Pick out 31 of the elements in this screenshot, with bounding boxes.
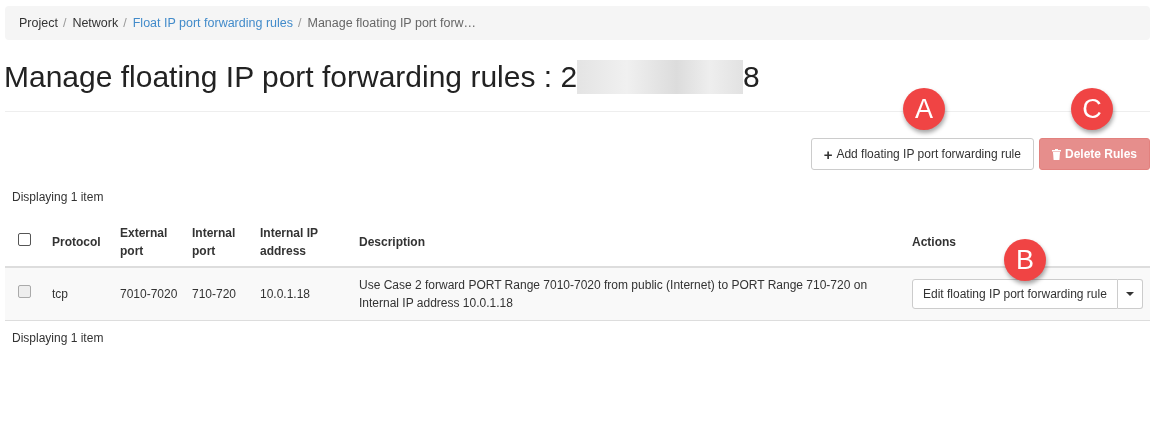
column-header: Actions	[912, 235, 956, 249]
column-header: Internal port	[192, 226, 236, 258]
edit-rule-button[interactable]: Edit floating IP port forwarding rule	[912, 279, 1118, 309]
breadcrumb-item: Project	[19, 16, 58, 30]
callout-marker: C	[1071, 88, 1113, 130]
table-cell: Use Case 2 forward PORT Range 7010-7020 from public (Internet) to PORT Range 710-720 on Internal IP address 10.0.1.18	[359, 278, 868, 310]
table-cell: 7010-7020	[120, 287, 178, 301]
column-header: Description	[359, 235, 425, 249]
trash-icon	[1051, 148, 1061, 160]
breadcrumb-item: Network	[72, 16, 119, 30]
column-header: Internal IP address	[260, 226, 318, 258]
callout-marker: B	[1004, 239, 1046, 281]
column-header: External port	[120, 226, 168, 258]
page-title: Manage floating IP port forwarding rules : 2	[4, 60, 578, 94]
callout-marker: A	[903, 88, 945, 130]
item-count: Displaying 1 item	[12, 190, 105, 204]
item-count: Displaying 1 item	[12, 331, 105, 345]
breadcrumb-separator: /	[61, 16, 68, 30]
select-all-checkbox[interactable]	[18, 233, 31, 246]
breadcrumb-item: Manage floating IP port forw…	[307, 16, 477, 30]
table-cell: 10.0.1.18	[260, 287, 311, 301]
add-rule-button[interactable]: + Add floating IP port forwarding rule	[810, 138, 1034, 170]
breadcrumb-separator: /	[122, 16, 128, 30]
table-cell: tcp	[52, 287, 68, 301]
table-cell: 710-720	[192, 287, 237, 301]
row-checkbox[interactable]	[18, 285, 31, 298]
dropdown-button[interactable]	[1117, 279, 1143, 309]
caret-icon	[1125, 292, 1134, 296]
breadcrumb-separator: /	[297, 16, 303, 30]
page-title-end: 8	[743, 60, 760, 94]
column-header: Protocol	[52, 235, 101, 249]
